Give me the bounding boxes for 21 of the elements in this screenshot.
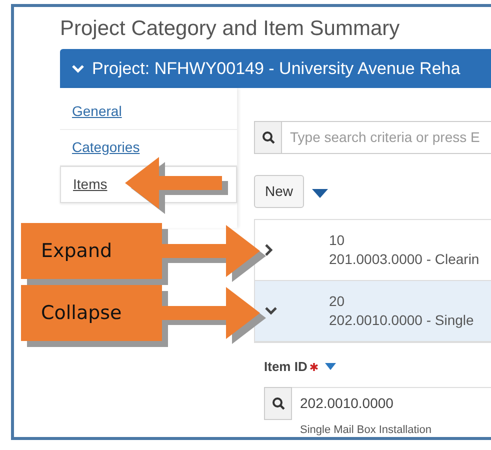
- field-hint: Single Mail Box Installation: [300, 422, 432, 437]
- caret-icon[interactable]: [325, 363, 336, 370]
- caret-icon[interactable]: [312, 188, 328, 198]
- item-number: 10: [329, 231, 346, 250]
- callout-label: Collapse: [21, 285, 162, 341]
- item-description: 201.0003.0000 - Clearin: [329, 250, 480, 269]
- collapse-icon[interactable]: [265, 306, 277, 315]
- project-header-bar[interactable]: Project: NFHWY00149 - University Avenue Reha: [60, 49, 491, 88]
- search-icon[interactable]: [254, 121, 282, 154]
- field-label: Item ID: [264, 358, 308, 376]
- new-button[interactable]: New: [254, 175, 304, 208]
- item-number: 20: [329, 292, 346, 311]
- page-title: Project Category and Item Summary: [60, 16, 401, 42]
- sidebar-item[interactable]: General: [60, 94, 237, 130]
- callout-label: Expand: [21, 223, 162, 279]
- item-id-field[interactable]: 202.0010.0000 Single Mail Box Installation: [292, 386, 491, 437]
- expand-icon[interactable]: [265, 244, 273, 256]
- search-icon[interactable]: [264, 386, 292, 420]
- item-description: 202.0010.0000 - Single: [329, 311, 474, 330]
- search-field[interactable]: Type search criteria or press E: [282, 121, 491, 154]
- item-row[interactable]: 20 202.0010.0000 - Single: [255, 281, 491, 342]
